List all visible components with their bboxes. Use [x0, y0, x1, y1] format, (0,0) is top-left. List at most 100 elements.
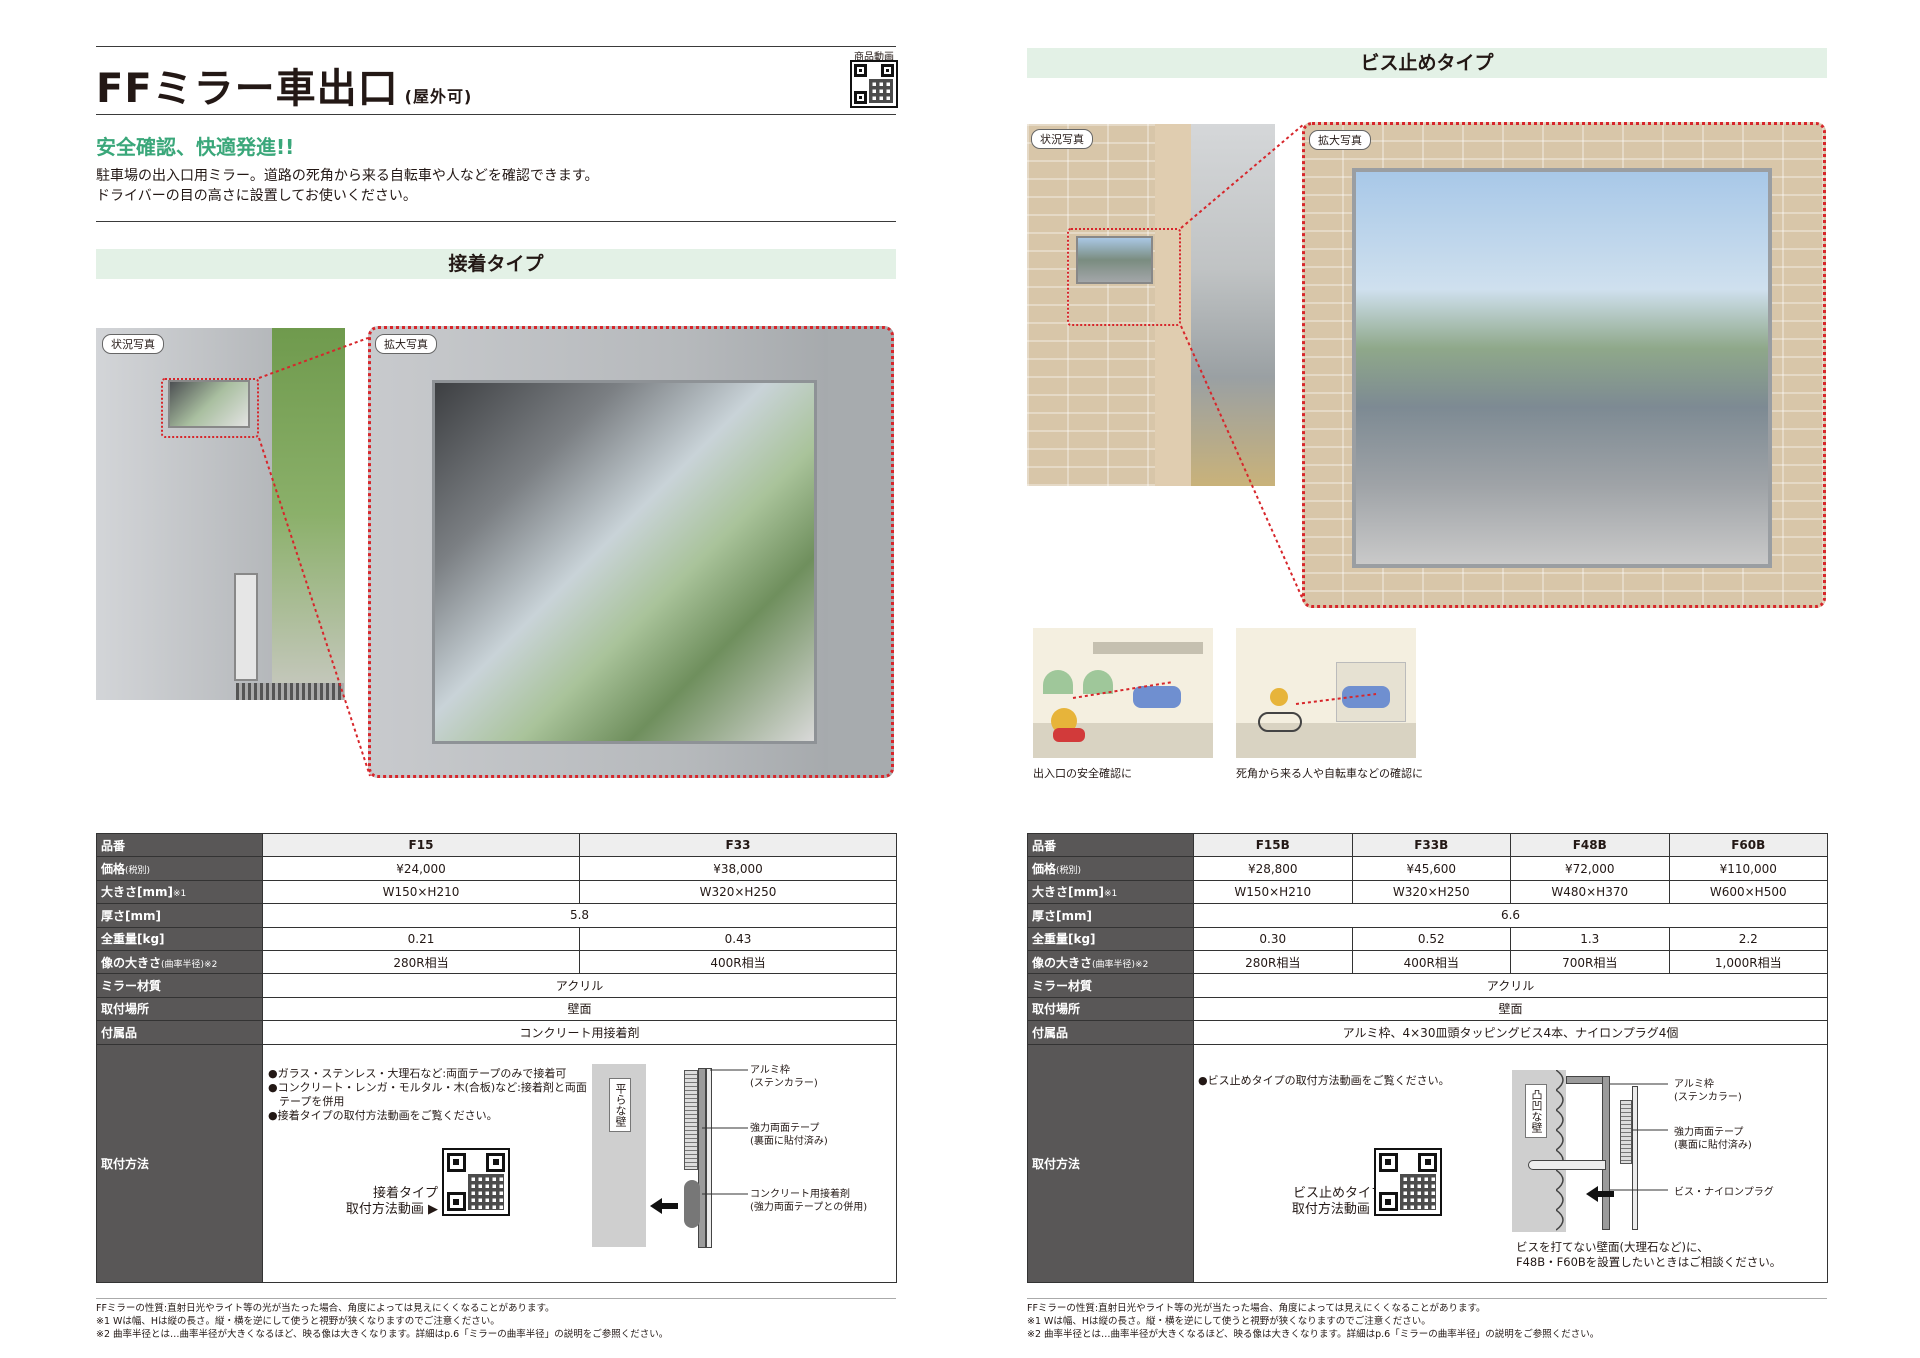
spec-row-model: 品番 F15 F33 — [96, 832, 897, 858]
zoom-connector-lines-right — [1180, 123, 1305, 603]
footnote-1-right: ※1 Wは幅、Hは縦の長さ。縦・横を逆にして使うと視野が狭くなりますのでご注意く… — [1027, 1316, 1431, 1327]
tape-layer — [684, 1070, 698, 1170]
spec-size-f33: W320×H250 — [579, 879, 897, 905]
spec-label-image-size: 像の大きさ(曲率半径)※2 — [96, 949, 263, 975]
footnote-1-left: ※1 Wは幅、Hは縦の長さ。縦・横を逆にして使うと視野が狭くなりますのでご注意く… — [96, 1316, 500, 1327]
spec-model-f15: F15 — [262, 832, 580, 858]
spec-weight-f60b: 2.2 — [1668, 926, 1828, 951]
spec-row-price: 価格(税別) ¥24,000 ¥38,000 — [96, 856, 897, 881]
method-note-3: テープを併用 — [268, 1095, 345, 1108]
spec-model-f33b: F33B — [1351, 832, 1511, 858]
spec-row-weight: 全重量[kg] 0.21 0.43 — [96, 926, 897, 951]
spec-label-material-r: ミラー材質 — [1027, 973, 1194, 998]
spec-row-model-r: 品番 F15B F33B F48B F60B — [1027, 832, 1828, 858]
spec-row-image-size: 像の大きさ(曲率半径)※2 280R相当 400R相当 — [96, 949, 897, 975]
screw-bottom-note: ビスを打てない壁面(大理石など)に、 F48B・F60Bを設置したいときはご相談… — [1516, 1240, 1782, 1269]
arrow-left-icon — [650, 1198, 678, 1214]
caption-blind-spot-check: 死角から来る人や自転車などの確認に — [1236, 767, 1423, 780]
spec-row-location-r: 取付場所 壁面 — [1027, 996, 1828, 1022]
method-video-label-left: 接着タイプ 取付方法動画 ▶ — [345, 1186, 438, 1217]
method-video-label-right: ビス止めタイプ 取付方法動画 ▶ — [1291, 1186, 1384, 1217]
callout-adhesive-left: コンクリート用接着剤 (強力両面テープとの併用) — [750, 1189, 868, 1213]
spec-model-f33: F33 — [579, 832, 897, 858]
spec-image-f15: 280R相当 — [262, 949, 580, 975]
footnote-2-left: ※2 曲率半径とは…曲率半径が大きくなるほど、映る像は大きくなります。詳細はp.… — [96, 1329, 669, 1340]
spec-price-f33: ¥38,000 — [579, 856, 897, 881]
spec-image-f48b: 700R相当 — [1510, 949, 1670, 975]
method-note-2: ●コンクリート・レンガ・モルタル・木(合板)など:接着剤と両面 — [268, 1081, 587, 1094]
caption-entrance-check: 出入口の安全確認に — [1033, 767, 1132, 780]
footnotes-right: FFミラーの性質:直射日光やライト等の光が当たった場合、角度によっては見えにくく… — [1027, 1302, 1599, 1341]
spec-label-location: 取付場所 — [96, 996, 263, 1022]
callout-screw-right: ビス・ナイロンプラグ — [1674, 1187, 1774, 1198]
spec-size-f15b: W150×H210 — [1193, 879, 1353, 905]
spec-price-f15b: ¥28,800 — [1193, 856, 1353, 881]
method-notes-right: ●ビス止めタイプの取付方法動画をご覧ください。 — [1198, 1074, 1450, 1088]
section-title-screw: ビス止めタイプ — [1027, 48, 1827, 78]
method-video-qr-code-icon-left[interactable] — [442, 1148, 510, 1216]
callout-frame-left: アルミ枠 (ステンカラー) — [750, 1065, 818, 1089]
spec-row-size-r: 大きさ[mm]※1 W150×H210 W320×H250 W480×H370 … — [1027, 879, 1828, 905]
spec-row-thickness-r: 厚さ[mm] 6.6 — [1027, 903, 1828, 928]
spec-price-f33b: ¥45,600 — [1351, 856, 1511, 881]
footnote-nature-left: FFミラーの性質:直射日光やライト等の光が当たった場合、角度によっては見えにくく… — [96, 1303, 555, 1314]
spec-row-thickness: 厚さ[mm] 5.8 — [96, 903, 897, 928]
method-note-right-1: ●ビス止めタイプの取付方法動画をご覧ください。 — [1198, 1074, 1450, 1087]
spec-price-f48b: ¥72,000 — [1510, 856, 1670, 881]
spec-label-accessory-r: 付属品 — [1027, 1020, 1194, 1045]
spec-location: 壁面 — [262, 996, 897, 1022]
footnote-rule-left — [96, 1298, 896, 1299]
illustration-entrance-check — [1033, 628, 1213, 758]
spec-label-accessory: 付属品 — [96, 1020, 263, 1045]
spec-weight-f48b: 1.3 — [1510, 926, 1670, 951]
spec-size-f15: W150×H210 — [262, 879, 580, 905]
spec-accessory-r: アルミ枠、4×30皿頭タッピングビス4本、ナイロンプラグ4個 — [1193, 1020, 1828, 1045]
spec-model-f48b: F48B — [1510, 832, 1670, 858]
method-note-4: ●接着タイプの取付方法動画をご覧ください。 — [268, 1109, 498, 1122]
spec-label-thickness-r: 厚さ[mm] — [1027, 903, 1194, 928]
method-notes-left: ●ガラス・ステンレス・大理石など:両面テープのみで接着可 ●コンクリート・レンガ… — [268, 1067, 587, 1123]
footnote-rule-right — [1027, 1298, 1827, 1299]
spec-row-image-size-r: 像の大きさ(曲率半径)※2 280R相当 400R相当 700R相当 1,000… — [1027, 949, 1828, 975]
spec-model-f15b: F15B — [1193, 832, 1353, 858]
spec-location-r: 壁面 — [1193, 996, 1828, 1022]
spec-size-f33b: W320×H250 — [1351, 879, 1511, 905]
spec-label-weight: 全重量[kg] — [96, 926, 263, 951]
spec-image-f33b: 400R相当 — [1351, 949, 1511, 975]
spec-label-method: 取付方法 — [96, 1043, 263, 1283]
spec-thickness: 5.8 — [262, 903, 897, 928]
spec-row-size: 大きさ[mm]※1 W150×H210 W320×H250 — [96, 879, 897, 905]
spec-label-price-r: 価格(税別) — [1027, 856, 1194, 881]
method-video-qr-code-icon-right[interactable] — [1374, 1148, 1442, 1216]
spec-label-material: ミラー材質 — [96, 973, 263, 998]
spec-size-f60b: W600×H500 — [1668, 879, 1828, 905]
spec-accessory: コンクリート用接着剤 — [262, 1020, 897, 1045]
spec-label-size-r: 大きさ[mm]※1 — [1027, 879, 1194, 905]
spec-label-method-r: 取付方法 — [1027, 1043, 1194, 1283]
spec-material: アクリル — [262, 973, 897, 998]
spec-label-model-r: 品番 — [1027, 832, 1194, 858]
spec-price-f15: ¥24,000 — [262, 856, 580, 881]
callout-lines-left — [702, 1069, 748, 1195]
spec-row-weight-r: 全重量[kg] 0.30 0.52 1.3 2.2 — [1027, 926, 1828, 951]
spec-label-model: 品番 — [96, 832, 263, 858]
spec-model-f60b: F60B — [1668, 832, 1828, 858]
spec-label-size: 大きさ[mm]※1 — [96, 879, 263, 905]
spec-row-accessory: 付属品 コンクリート用接着剤 — [96, 1020, 897, 1045]
spec-image-f60b: 1,000R相当 — [1668, 949, 1828, 975]
spec-label-location-r: 取付場所 — [1027, 996, 1194, 1022]
spec-image-f33: 400R相当 — [579, 949, 897, 975]
spec-row-material: ミラー材質 アクリル — [96, 973, 897, 998]
uneven-wall-edge — [1556, 1070, 1564, 1231]
illustration-blind-spot-check — [1236, 628, 1416, 758]
adhesive-blob — [684, 1180, 700, 1228]
spec-label-image-size-r: 像の大きさ(曲率半径)※2 — [1027, 949, 1194, 975]
spec-thickness-r: 6.6 — [1193, 903, 1828, 928]
callout-frame-right: アルミ枠 (ステンカラー) — [1674, 1079, 1742, 1103]
spec-label-thickness: 厚さ[mm] — [96, 903, 263, 928]
callout-tape-left: 強力両面テープ (裏面に貼付済み) — [750, 1123, 828, 1147]
footnotes-left: FFミラーの性質:直射日光やライト等の光が当たった場合、角度によっては見えにくく… — [96, 1302, 668, 1341]
footnote-nature-right: FFミラーの性質:直射日光やライト等の光が当たった場合、角度によっては見えにくく… — [1027, 1303, 1486, 1314]
callout-tape-right: 強力両面テープ (裏面に貼付済み) — [1674, 1127, 1752, 1151]
screw-plug — [1528, 1160, 1606, 1170]
